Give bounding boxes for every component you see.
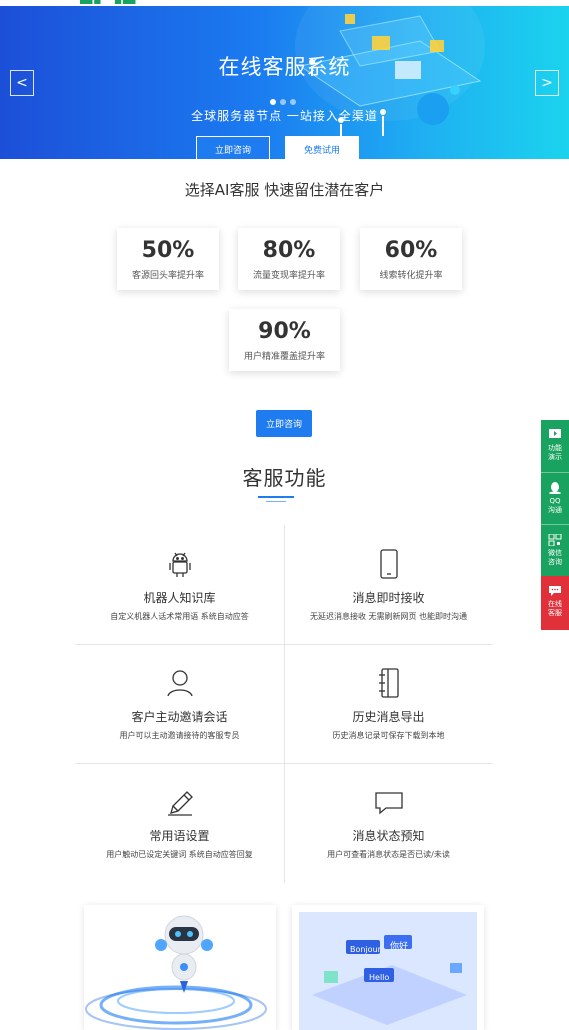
feature-desc: 用户触动已设定关键词 系统自动应答回复 — [106, 850, 253, 859]
sidebar-label: 演示 — [548, 453, 562, 461]
notebook-icon — [379, 668, 399, 698]
chevron-left-icon: < — [16, 75, 28, 91]
carousel-next-button[interactable]: > — [535, 70, 559, 96]
consult-button[interactable]: 立即咨询 — [256, 410, 312, 437]
sidebar-label: QQ — [549, 497, 561, 505]
qq-icon — [549, 482, 561, 494]
banner-subtitle: 全球服务器节点 一站接入全渠道 — [191, 109, 378, 123]
stat-card: 90% 用户精准覆盖提升率 — [229, 309, 340, 371]
pencil-icon — [168, 791, 193, 816]
android-robot-icon — [169, 552, 191, 577]
sidebar-label: 功能 — [548, 444, 562, 452]
stat-value: 50% — [141, 238, 195, 263]
hero-banner: 在线客服系统 全球服务器节点 一站接入全渠道 < > 立即咨询 免费试用 — [0, 6, 569, 159]
bubble-bonjour: Bonjour — [350, 945, 381, 954]
chat-illustration — [312, 935, 467, 1025]
feature-item: 客户主动邀请会话 用户可以主动邀请接待的客服专员 — [75, 644, 284, 763]
chat-bubble-icon — [375, 792, 403, 815]
feature-item: 常用语设置 用户触动已设定关键词 系统自动应答回复 — [75, 763, 284, 882]
feature-desc: 历史消息记录可保存下载到本地 — [332, 731, 445, 740]
feature-desc: 用户可以主动邀请接待的客服专员 — [119, 731, 240, 740]
carousel-dot[interactable] — [270, 99, 276, 105]
features-title: 客服功能 — [242, 466, 327, 490]
stat-value: 80% — [262, 238, 316, 263]
feature-item: 机器人知识库 自定义机器人话术常用语 系统自动应答 — [75, 525, 284, 644]
stat-value: 90% — [258, 319, 311, 344]
stat-card: 80% 流量变现率提升率 — [238, 228, 340, 290]
feature-title: 客户主动邀请会话 — [131, 710, 228, 724]
feature-item: 消息状态预知 用户可查看消息状态是否已读/未读 — [284, 763, 493, 882]
feature-item: 历史消息导出 历史消息记录可保存下载到本地 — [284, 644, 493, 763]
qrcode-icon — [548, 534, 562, 546]
feature-title: 机器人知识库 — [143, 591, 216, 605]
play-icon — [549, 429, 561, 438]
stat-label: 用户精准覆盖提升率 — [243, 352, 325, 362]
carousel-dot[interactable] — [290, 99, 296, 105]
sidebar-item-online-service[interactable]: 在线 客服 — [541, 576, 569, 630]
sidebar-label: 咨询 — [548, 558, 562, 566]
carousel-dots[interactable] — [270, 99, 296, 105]
bubble-hello: Hello — [369, 973, 390, 982]
banner-title: 在线客服系统 — [218, 55, 351, 79]
stat-label: 客源回头率提升率 — [131, 271, 204, 281]
chevron-right-icon: > — [541, 75, 553, 91]
sidebar-label: 客服 — [548, 609, 562, 617]
user-icon — [167, 670, 193, 697]
bubble-nihao: 你好 — [390, 942, 409, 952]
stat-card: 60% 线索转化提升率 — [360, 228, 462, 290]
features-grid: 机器人知识库 自定义机器人话术常用语 系统自动应答 消息即时接收 无延迟消息接收… — [75, 525, 493, 883]
stat-card: 50% 客源回头率提升率 — [117, 228, 219, 290]
message-icon — [549, 586, 561, 596]
title-underline — [258, 496, 294, 498]
carousel-prev-button[interactable]: < — [10, 70, 34, 96]
site-logo[interactable]: ▟▞▚▙ — [80, 0, 190, 4]
feature-desc: 无延迟消息接收 无需刷新网页 也能即时沟通 — [309, 612, 468, 621]
sidebar-item-qq[interactable]: QQ 沟通 — [541, 472, 569, 524]
stat-value: 60% — [384, 238, 438, 263]
feature-title: 消息状态预知 — [352, 829, 425, 843]
sidebar-label: 微信 — [548, 549, 562, 557]
carousel-dot[interactable] — [280, 99, 286, 105]
sidebar-item-demo[interactable]: 功能 演示 — [541, 420, 569, 472]
feature-title: 历史消息导出 — [352, 710, 425, 724]
feature-title: 消息即时接收 — [352, 591, 425, 605]
stat-label: 流量变现率提升率 — [252, 271, 325, 281]
banner-trial-button[interactable]: 免费试用 — [285, 136, 359, 159]
feature-item: 消息即时接收 无延迟消息接收 无需刷新网页 也能即时沟通 — [284, 525, 493, 644]
sidebar-item-wechat[interactable]: 微信 咨询 — [541, 524, 569, 576]
feature-desc: 自定义机器人话术常用语 系统自动应答 — [110, 612, 249, 621]
feature-title: 常用语设置 — [149, 829, 210, 843]
mobile-phone-icon — [380, 549, 398, 579]
sidebar-label: 沟通 — [548, 506, 562, 514]
banner-consult-button[interactable]: 立即咨询 — [196, 136, 270, 159]
feature-desc: 用户可查看消息状态是否已读/未读 — [327, 850, 450, 859]
robot-illustration — [85, 915, 267, 1030]
robot-illustration-card — [84, 905, 276, 1030]
stats-heading: 选择AI客服 快速留住潜在客户 — [184, 181, 385, 199]
sidebar-label: 在线 — [548, 600, 562, 608]
chat-illustration-card: Bonjour 你好 Hello — [292, 905, 484, 1030]
stat-label: 线索转化提升率 — [379, 271, 443, 281]
title-underline — [266, 501, 286, 502]
